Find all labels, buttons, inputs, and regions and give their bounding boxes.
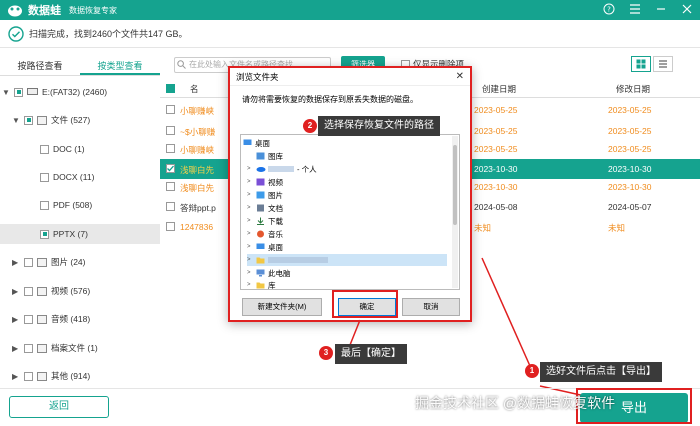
- watermark-text: 掘金技术社区 @数据蛙恢复软件: [415, 395, 616, 411]
- step-badge-3: 3: [319, 346, 333, 360]
- callout-step3: 最后【确定】: [335, 344, 407, 364]
- step1-arrow: [481, 257, 531, 367]
- step3-arrow: [349, 319, 361, 346]
- back-button[interactable]: 返回: [9, 396, 109, 418]
- callout-step1: 选好文件后点击【导出】: [540, 362, 662, 382]
- step-badge-2: 2: [303, 119, 317, 133]
- step-badge-1: 1: [525, 364, 539, 378]
- callout-step2: 选择保存恢复文件的路径: [318, 116, 440, 136]
